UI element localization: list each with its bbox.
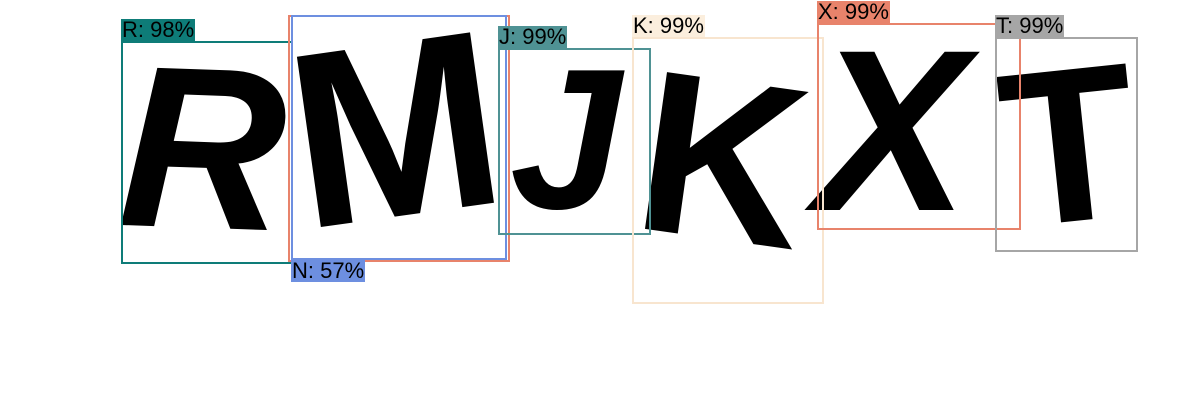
- bbox-k: [632, 37, 824, 304]
- bbox-t-label: T: 99%: [995, 13, 1065, 38]
- bbox-j-label: J: 99%: [498, 24, 568, 49]
- bbox-n: [291, 15, 507, 260]
- bbox-x: [817, 23, 1021, 230]
- bbox-j: [498, 48, 651, 235]
- bbox-n-label: N: 57%: [291, 258, 366, 283]
- detection-canvas: R M J K X T R: 98% N: 57% J: 99% K: 99% …: [0, 0, 1200, 420]
- bbox-r-label: R: 98%: [121, 17, 196, 42]
- bbox-t: [995, 37, 1138, 252]
- bbox-r: [121, 41, 293, 264]
- bbox-x-label: X: 99%: [817, 0, 890, 24]
- bbox-k-label: K: 99%: [632, 13, 705, 38]
